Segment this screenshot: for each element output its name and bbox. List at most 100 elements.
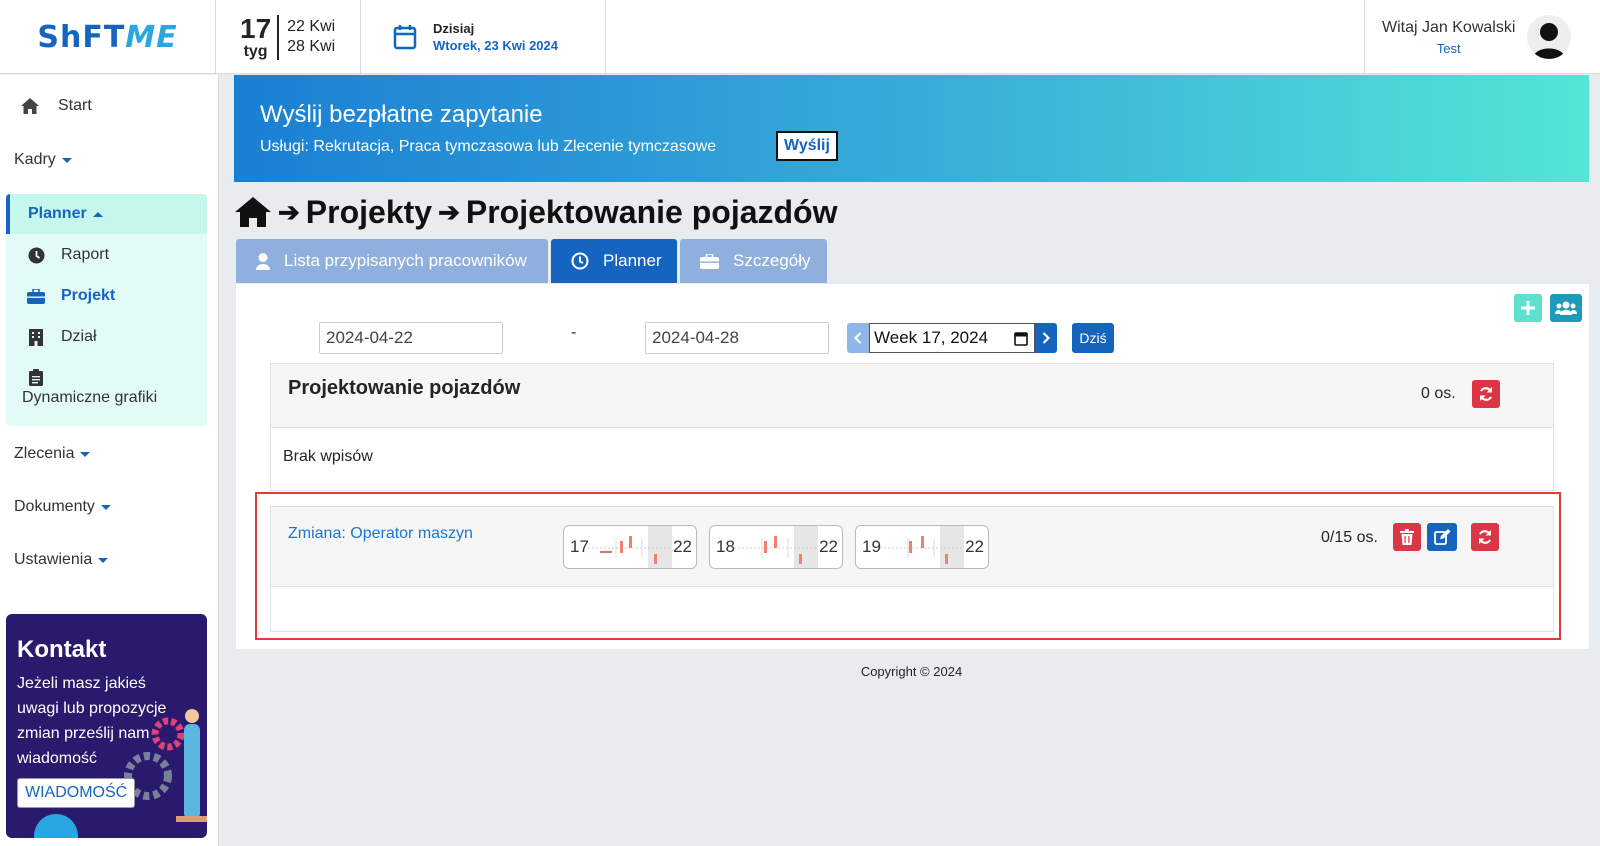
caret-down-icon (98, 557, 109, 563)
caret-down-icon (100, 504, 111, 510)
project-title: Projektowanie pojazdów (288, 377, 521, 399)
trash-icon (1400, 529, 1414, 545)
week-picker[interactable]: Week 17, 2024 (869, 323, 1035, 353)
banner-title: Wyślij bezpłatne zapytanie (260, 101, 543, 128)
tab-label: Szczegóły (733, 251, 811, 270)
clock-icon (571, 252, 589, 270)
calendar-icon (393, 25, 417, 50)
project-header: Projektowanie pojazdów 0 os. (271, 364, 1553, 428)
prev-week-button[interactable] (847, 323, 869, 353)
breadcrumb-projekty[interactable]: Projekty (306, 194, 432, 231)
breadcrumb: ➔ Projekty ➔ Projektowanie pojazdów (234, 192, 837, 232)
promo-banner: Wyślij bezpłatne zapytanie Usługi: Rekru… (234, 75, 1589, 182)
footer-copyright: Copyright © 2024 (860, 664, 963, 679)
home-icon[interactable] (234, 196, 272, 228)
user-greeting: Witaj Jan Kowalski (1382, 18, 1516, 36)
timeline-end: 22 (965, 537, 984, 556)
delete-shift-button[interactable] (1393, 523, 1421, 551)
home-icon (21, 98, 39, 114)
chevron-left-icon (854, 332, 862, 344)
tab-planner[interactable]: Planner (551, 239, 677, 283)
sidebar-item-dokumenty[interactable]: Dokumenty (14, 498, 111, 516)
sidebar-item-label: Dokumenty (14, 498, 95, 515)
sidebar-item-raport[interactable]: Raport (27, 246, 109, 264)
users-icon (1555, 301, 1577, 315)
sidebar-item-label: Dynamiczne grafiki (22, 389, 158, 406)
sidebar-item-planner[interactable]: Planner (6, 194, 207, 234)
tab-details[interactable]: Szczegóły (680, 239, 827, 283)
project-card: Projektowanie pojazdów 0 os. Brak wpisów (270, 363, 1554, 491)
avatar[interactable] (1527, 15, 1572, 59)
top-bar: ShFTME 17 tyg 22 Kwi 28 Kwi Dzisiaj Wtor… (0, 0, 1600, 74)
building-icon (29, 328, 43, 346)
briefcase-icon (27, 288, 45, 304)
message-button[interactable]: WIADOMOŚĆ (17, 778, 136, 808)
banner-subtitle: Usługi: Rekrutacja, Praca tymczasowa lub… (260, 138, 717, 155)
user-account[interactable]: Test (1382, 41, 1515, 56)
sidebar-item-projekt[interactable]: Projekt (27, 287, 115, 305)
logo-accent: ME (125, 19, 178, 55)
caret-down-icon (80, 451, 91, 457)
logo[interactable]: ShFTME (0, 0, 216, 74)
week-from: 22 Kwi (287, 18, 336, 35)
chevron-right-icon (1042, 332, 1050, 344)
briefcase-icon (700, 253, 719, 269)
caret-down-icon (61, 157, 72, 163)
sidebar: Start Kadry Planner Raport Projekt Dział… (0, 75, 219, 846)
sidebar-item-dzial[interactable]: Dział (27, 328, 97, 346)
edit-shift-button[interactable] (1427, 523, 1457, 551)
shift-timeline[interactable]: 19 22 (855, 525, 989, 569)
next-week-button[interactable] (1035, 323, 1057, 353)
empty-message: Brak wpisów (283, 448, 373, 465)
manage-users-button[interactable] (1550, 294, 1582, 322)
shift-timeline[interactable]: 18 22 (709, 525, 843, 569)
shift-header: Zmiana: Operator maszyn 17 22 18 22 19 2… (271, 507, 1553, 587)
contact-text: Jeżeli masz jakieś uwagi lub propozycje … (17, 675, 167, 767)
week-value: Week 17, 2024 (874, 328, 989, 347)
today-date: Wtorek, 23 Kwi 2024 (433, 38, 558, 53)
sidebar-item-zlecenia[interactable]: Zlecenia (14, 445, 91, 463)
sidebar-item-start[interactable]: Start (20, 97, 92, 115)
timeline-end: 22 (819, 537, 838, 556)
clipboard-icon (29, 369, 43, 386)
week-unit: tyg (243, 42, 268, 60)
sidebar-item-label: Dział (61, 328, 97, 345)
today-button[interactable]: Dziś (1072, 323, 1114, 353)
date-separator: - (571, 324, 577, 341)
today-label: Dzisiaj (433, 21, 475, 36)
tab-label: Lista przypisanych pracowników (284, 251, 527, 270)
calendar-icon[interactable] (1014, 331, 1028, 346)
tab-label: Planner (603, 251, 662, 270)
shift-count: 0/15 os. (1321, 529, 1378, 546)
logo-main: ShFT (37, 19, 126, 55)
sidebar-item-kadry[interactable]: Kadry (14, 151, 72, 169)
send-request-button[interactable]: Wyślij (776, 131, 838, 161)
plus-icon (1521, 301, 1535, 315)
refresh-shift-button[interactable] (1471, 523, 1499, 551)
add-button[interactable] (1514, 294, 1542, 322)
user-icon (256, 252, 270, 270)
sidebar-item-ustawienia[interactable]: Ustawienia (14, 551, 109, 569)
shift-card: Zmiana: Operator maszyn 17 22 18 22 19 2… (270, 506, 1554, 632)
caret-up-icon (92, 211, 103, 217)
timeline-end: 22 (673, 537, 692, 556)
arrow-right-icon: ➔ (438, 196, 460, 227)
planner-panel: 2024-04-22 - 2024-04-28 Week 17, 2024 Dz… (236, 284, 1589, 649)
sidebar-item-dynamiczne-grafiki[interactable]: Dynamiczne grafiki (22, 369, 197, 410)
shift-timeline[interactable]: 17 22 (563, 525, 697, 569)
shift-name-link[interactable]: Zmiana: Operator maszyn (288, 525, 473, 543)
date-from-input[interactable]: 2024-04-22 (319, 322, 503, 354)
sidebar-item-label: Raport (61, 246, 110, 263)
clock-icon (28, 247, 44, 263)
date-to-input[interactable]: 2024-04-28 (645, 322, 829, 354)
contact-card: Kontakt Jeżeli masz jakieś uwagi lub pro… (6, 614, 207, 838)
refresh-button[interactable] (1472, 380, 1500, 408)
tab-assigned-employees[interactable]: Lista przypisanych pracowników (236, 239, 548, 283)
refresh-icon (1479, 387, 1493, 401)
refresh-icon (1478, 530, 1492, 544)
arrow-right-icon: ➔ (278, 196, 300, 227)
breadcrumb-current: Projektowanie pojazdów (465, 193, 838, 230)
user-menu[interactable]: Witaj Jan Kowalski Test (1364, 0, 1600, 74)
project-count: 0 os. (1421, 385, 1456, 402)
week-number: 17 (240, 12, 272, 44)
